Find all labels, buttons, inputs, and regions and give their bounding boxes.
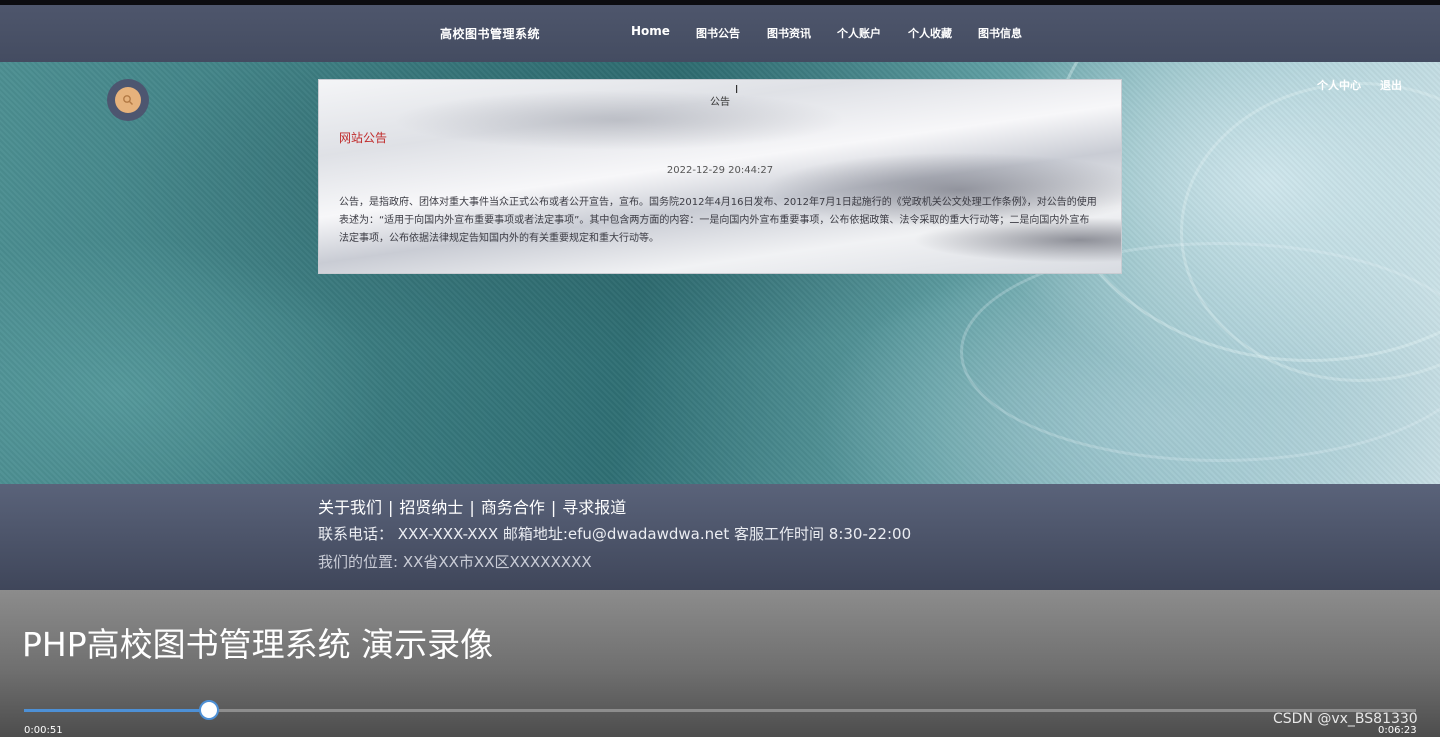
decor-swirl	[960, 242, 1440, 462]
search-icon	[115, 87, 141, 113]
nav-book-notices[interactable]: 图书公告	[696, 25, 740, 41]
total-time: 0:06:23	[1378, 725, 1417, 736]
progress-handle[interactable]	[199, 700, 219, 720]
user-center-link[interactable]: 个人中心	[1317, 77, 1361, 93]
navbar: 高校图书管理系统 Home 图书公告 图书资讯 个人账户 个人收藏 图书信息	[0, 5, 1440, 62]
notice-panel: 公告 网站公告 2022-12-29 20:44:27 公告，是指政府、团体对重…	[318, 79, 1122, 274]
decor-swirl	[1180, 82, 1440, 382]
notice-body: 公告，是指政府、团体对重大事件当众正式公布或者公开宣告，宣布。国务院2012年4…	[339, 197, 1097, 244]
nav-home[interactable]: Home	[631, 24, 670, 38]
progress-bar[interactable]	[24, 700, 1416, 720]
footer-divider: |	[550, 498, 557, 517]
video-player-overlay: PHP高校图书管理系统 演示录像 CSDN @vx_BS81330 0:00:5…	[0, 590, 1440, 737]
nav-account[interactable]: 个人账户	[837, 25, 881, 41]
search-button[interactable]	[107, 79, 149, 121]
video-title: PHP高校图书管理系统 演示录像	[22, 625, 494, 664]
nav-book-info[interactable]: 图书信息	[978, 25, 1022, 41]
notice-date: 2022-12-29 20:44:27	[666, 165, 774, 176]
footer-link-jobs[interactable]: 招贤纳士	[399, 498, 463, 517]
site-title: 高校图书管理系统	[440, 27, 541, 41]
nav-book-news[interactable]: 图书资讯	[767, 25, 811, 41]
footer-link-press[interactable]: 寻求报道	[562, 498, 626, 517]
progress-fill	[24, 709, 209, 712]
text-cursor-icon: I	[735, 83, 739, 96]
footer-address: 我们的位置: XX省XX市XX区XXXXXXXX	[318, 553, 592, 571]
footer: 关于我们 | 招贤纳士 | 商务合作 | 寻求报道 联系电话： XXX-XXX-XXX 邮箱…	[0, 484, 1440, 590]
screen: 高校图书管理系统 Home 图书公告 图书资讯 个人账户 个人收藏 图书信息 个…	[0, 0, 1440, 737]
logout-link[interactable]: 退出	[1380, 77, 1402, 93]
footer-links: 关于我们 | 招贤纳士 | 商务合作 | 寻求报道	[318, 494, 626, 518]
footer-contact: 联系电话： XXX-XXX-XXX 邮箱地址:efu@dwadawdwa.net…	[318, 525, 912, 543]
footer-link-about[interactable]: 关于我们	[318, 498, 382, 517]
notice-title[interactable]: 网站公告	[339, 129, 387, 146]
footer-divider: |	[469, 498, 475, 517]
current-time: 0:00:51	[24, 725, 63, 736]
notice-heading: 公告	[710, 97, 730, 108]
footer-divider: |	[388, 498, 394, 517]
nav-favorites[interactable]: 个人收藏	[908, 25, 952, 41]
footer-link-business[interactable]: 商务合作	[481, 498, 545, 517]
